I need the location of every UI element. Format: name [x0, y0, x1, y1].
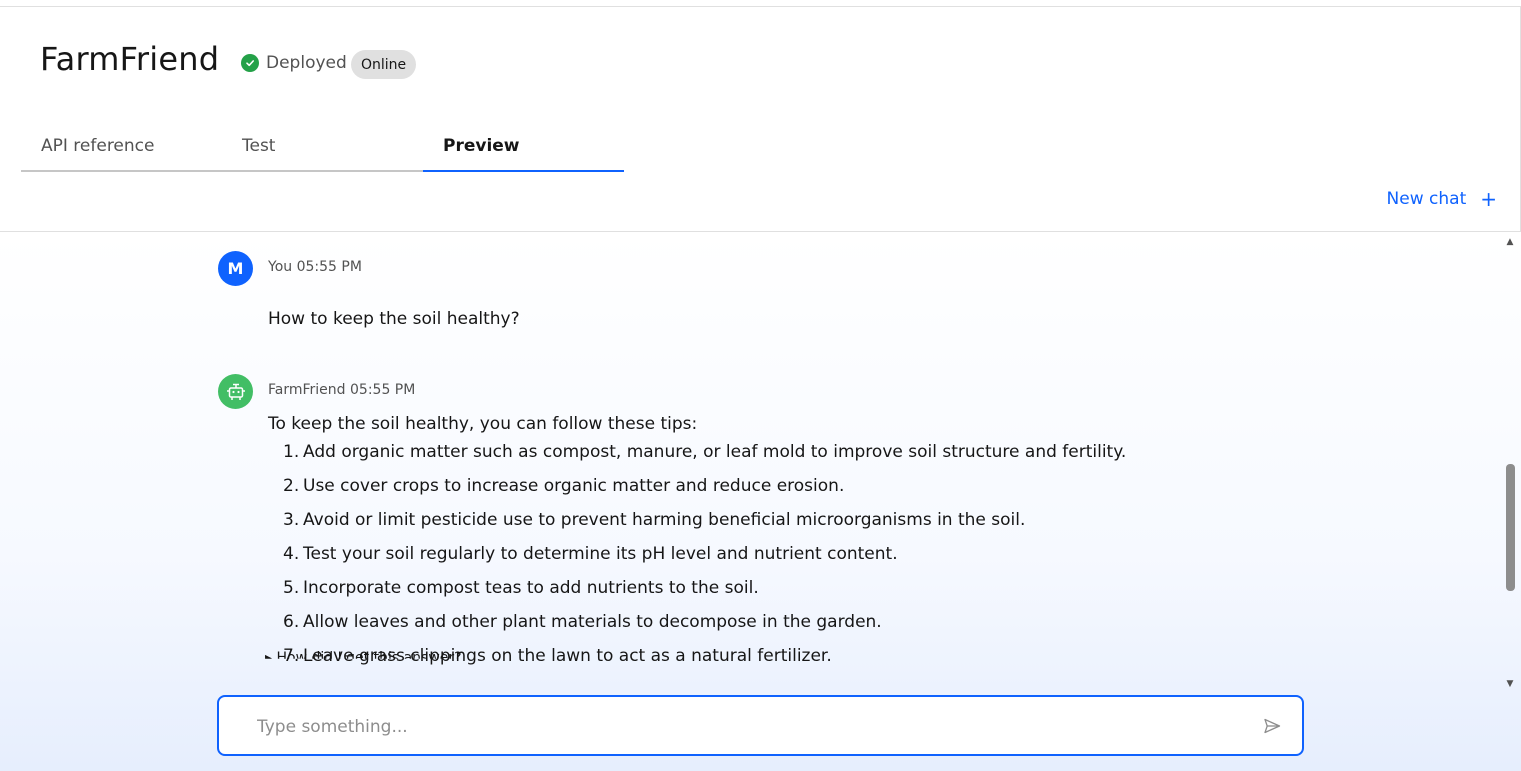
message-author: FarmFriend — [268, 382, 346, 398]
message-intro: To keep the soil healthy, you can follow… — [268, 414, 698, 434]
list-item: 1. Add organic matter such as compost, ma… — [283, 442, 1127, 462]
list-item: 3. Avoid or limit pesticide use to preven… — [283, 510, 1026, 530]
message-input[interactable] — [257, 715, 1237, 739]
checkmark-circle-icon — [241, 54, 259, 72]
deployment-status: Deployed — [241, 53, 347, 73]
message-meta: FarmFriend 05:55 PM — [268, 382, 415, 398]
caret-right-icon: ▸ — [265, 650, 277, 666]
message-time: 05:55 PM — [350, 382, 416, 398]
scroll-up-icon[interactable]: ▲ — [1504, 237, 1516, 247]
tab-bar: API reference Test Preview — [21, 124, 624, 172]
message-meta: You 05:55 PM — [268, 259, 362, 275]
list-item: 4. Test your soil regularly to determine … — [283, 544, 898, 564]
status-label: Deployed — [266, 53, 347, 73]
list-item: 5. Incorporate compost teas to add nutrie… — [283, 578, 759, 598]
plus-icon: + — [1480, 187, 1497, 211]
list-item: 2. Use cover crops to increase organic ma… — [283, 476, 845, 496]
tips-list: 1. Add organic matter such as compost, ma… — [283, 442, 1126, 680]
chat-scrollbar[interactable]: ▲ ▼ — [1504, 237, 1516, 691]
app-title: FarmFriend — [40, 40, 220, 78]
user-avatar: M — [218, 251, 253, 286]
top-border — [0, 6, 1521, 7]
tab-test[interactable]: Test — [222, 124, 423, 172]
tab-api-reference[interactable]: API reference — [21, 124, 222, 172]
list-item: 6. Allow leaves and other plant materials… — [283, 612, 882, 632]
message-author: You — [268, 259, 293, 275]
new-chat-button[interactable]: New chat + — [1387, 189, 1497, 209]
tab-preview[interactable]: Preview — [423, 124, 624, 172]
new-chat-label: New chat — [1386, 189, 1467, 209]
message-text: How to keep the soil healthy? — [268, 309, 520, 329]
send-icon[interactable] — [1262, 716, 1282, 736]
scroll-down-icon[interactable]: ▼ — [1504, 679, 1516, 689]
message-composer[interactable] — [217, 695, 1304, 756]
robot-icon — [218, 374, 253, 409]
message-time: 05:55 PM — [296, 259, 362, 275]
online-badge: Online — [351, 50, 417, 79]
scroll-thumb[interactable] — [1506, 464, 1515, 591]
chat-area: M You 05:55 PM How to keep the soil heal… — [0, 232, 1521, 771]
